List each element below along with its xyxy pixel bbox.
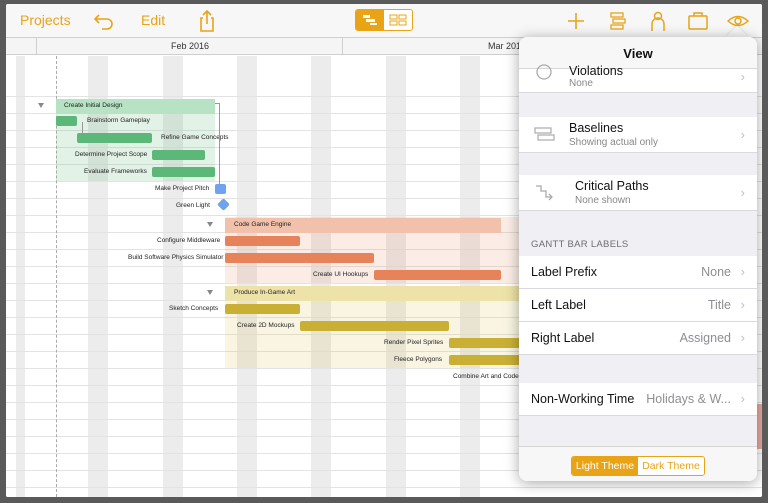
violations-row[interactable]: Violations None ›: [519, 64, 757, 93]
non-working-time-value: Holidays & W...: [646, 392, 731, 406]
inspector-icon[interactable]: [686, 9, 710, 33]
task-label: Fleece Polygons: [394, 356, 443, 363]
undo-icon[interactable]: [92, 9, 116, 33]
task-label: Create 2D Mockups: [237, 322, 295, 329]
critical-paths-row[interactable]: Critical Paths None shown ›: [519, 175, 757, 211]
task-bar[interactable]: [77, 133, 152, 143]
task-label: Render Pixel Sprites: [384, 339, 444, 346]
task-label: Make Project Pitch: [155, 185, 210, 192]
month-label: Mar 201: [488, 41, 522, 51]
task-label: Evaluate Frameworks: [84, 168, 147, 175]
view-mode-control: [355, 9, 413, 31]
violations-icon: [533, 63, 555, 81]
toolbar: Projects Edit: [6, 4, 762, 38]
view-popover: View Violations None › Baselines Showing…: [519, 37, 757, 481]
violations-subtitle: None: [569, 78, 593, 89]
task-bar[interactable]: [225, 253, 374, 263]
critical-paths-icon: [533, 183, 555, 201]
task-label: Create UI Hookups: [313, 271, 369, 278]
section-header: GANTT BAR LABELS: [531, 239, 629, 250]
projects-button[interactable]: Projects: [20, 12, 71, 28]
chevron-right-icon: ›: [740, 330, 745, 345]
theme-segmented-control: Light Theme Dark Theme: [571, 456, 705, 476]
task-bar[interactable]: [225, 304, 300, 314]
group-label: Code Game Engine: [234, 221, 292, 228]
critical-paths-title: Critical Paths: [575, 179, 649, 193]
resource-icon[interactable]: [646, 9, 670, 33]
task-bar[interactable]: [152, 167, 215, 177]
baselines-row[interactable]: Baselines Showing actual only ›: [519, 117, 757, 153]
violations-title: Violations: [569, 64, 623, 78]
grid-view-icon[interactable]: [384, 10, 412, 30]
task-label: Sketch Concepts: [169, 305, 219, 312]
dark-theme-button[interactable]: Dark Theme: [638, 457, 704, 475]
label-prefix-value: None: [701, 265, 731, 279]
task-bar[interactable]: [449, 338, 521, 348]
task-bar[interactable]: [225, 236, 300, 246]
chevron-right-icon: ›: [740, 69, 745, 84]
non-working-time-row[interactable]: Non-Working Time Holidays & W... ›: [519, 383, 757, 416]
edit-button[interactable]: Edit: [141, 12, 165, 28]
right-label-value: Assigned: [679, 331, 731, 345]
task-label: Combine Art and Code: [453, 373, 519, 380]
task-label: Determine Project Scope: [75, 151, 148, 158]
left-label-title: Left Label: [531, 298, 586, 312]
light-theme-button[interactable]: Light Theme: [572, 457, 638, 475]
milestone-diamond[interactable]: [217, 198, 230, 211]
group-label: Create Initial Design: [64, 102, 123, 109]
chevron-right-icon: ›: [740, 391, 745, 406]
critical-paths-subtitle: None shown: [575, 195, 631, 206]
task-label: Build Software Physics Simulator: [128, 254, 224, 261]
disclosure-triangle-icon[interactable]: [38, 103, 44, 108]
task-bar[interactable]: [449, 355, 521, 365]
alignment-icon[interactable]: [606, 9, 630, 33]
disclosure-triangle-icon[interactable]: [207, 222, 213, 227]
task-label: Brainstorm Gameplay: [87, 117, 150, 124]
right-label-title: Right Label: [531, 331, 595, 345]
left-label-row[interactable]: Left Label Title ›: [519, 289, 757, 322]
chevron-right-icon: ›: [740, 185, 745, 200]
baselines-subtitle: Showing actual only: [569, 137, 658, 148]
gantt-view-icon[interactable]: [356, 10, 384, 30]
share-icon[interactable]: [195, 9, 219, 33]
group-label: Produce In-Game Art: [234, 289, 296, 296]
chevron-right-icon: ›: [740, 297, 745, 312]
task-label: Configure Middleware: [157, 237, 221, 244]
task-bar[interactable]: [56, 116, 77, 126]
baselines-title: Baselines: [569, 121, 624, 135]
theme-bar: Light Theme Dark Theme: [519, 446, 757, 481]
month-label: Feb 2016: [171, 41, 210, 51]
left-label-value: Title: [707, 298, 731, 312]
app-window: Projects Edit Feb 2016 Mar 201 Create In…: [6, 4, 762, 497]
chevron-right-icon: ›: [740, 264, 745, 279]
right-label-row[interactable]: Right Label Assigned ›: [519, 322, 757, 355]
task-label: Green Light: [176, 202, 210, 209]
task-bar[interactable]: [300, 321, 449, 331]
task-bar[interactable]: [152, 150, 205, 160]
popover-title: View: [623, 46, 653, 61]
label-prefix-row[interactable]: Label Prefix None ›: [519, 256, 757, 289]
non-working-time-title: Non-Working Time: [531, 392, 635, 406]
task-bar[interactable]: [215, 184, 226, 194]
chevron-right-icon: ›: [740, 127, 745, 142]
disclosure-triangle-icon[interactable]: [207, 290, 213, 295]
label-prefix-title: Label Prefix: [531, 265, 598, 279]
task-bar[interactable]: [374, 270, 501, 280]
baselines-icon: [533, 125, 555, 143]
add-icon[interactable]: [564, 9, 588, 33]
